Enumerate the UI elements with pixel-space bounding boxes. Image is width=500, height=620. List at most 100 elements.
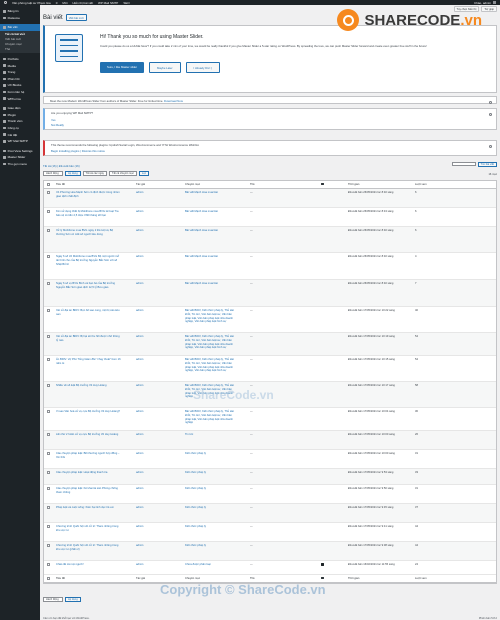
select-all-checkbox[interactable] bbox=[47, 183, 50, 186]
column-views[interactable]: Lượt xem bbox=[415, 183, 427, 187]
submenu-tags[interactable]: Thẻ bbox=[0, 47, 40, 52]
post-title-link[interactable]: Nhiều về số luật Bộ trưởng Vũ Huy Hoàng bbox=[56, 384, 121, 388]
post-categories[interactable]: Bài viết Mạnh Hoa mua bán bbox=[185, 210, 235, 214]
post-categories[interactable]: Bài viết BIDV, Kiến thức pháp lý, Thủ sả… bbox=[185, 358, 235, 373]
apply-button-bottom[interactable]: Áp dụng bbox=[65, 597, 81, 602]
menu-appearance[interactable]: Giao diện bbox=[0, 105, 40, 112]
post-author-link[interactable]: admin bbox=[136, 525, 143, 529]
post-categories[interactable]: Chưa được phân loại bbox=[185, 563, 235, 567]
post-categories[interactable]: Bài viết BIDV, Kiến thức pháp lý, Thủ sả… bbox=[185, 384, 235, 399]
post-title-link[interactable]: Xét xử đại án BIDV: Bọn bố sao cung, một… bbox=[56, 309, 121, 317]
screen-options-button[interactable]: Tùy chọn hiển thị bbox=[453, 6, 480, 12]
column-title[interactable]: Tiêu đề bbox=[56, 183, 121, 187]
row-checkbox[interactable] bbox=[47, 210, 50, 213]
column-title[interactable]: Tiêu đề bbox=[56, 577, 121, 581]
bulk-actions-select-bottom[interactable]: Hành động bbox=[43, 597, 63, 602]
search-posts-button[interactable]: Tìm bài viết bbox=[477, 162, 497, 167]
post-title-link[interactable]: Chương trình Quốc hội với cử tri: Tham n… bbox=[56, 544, 121, 552]
dismiss-icon[interactable] bbox=[489, 101, 492, 104]
menu-users[interactable]: Thành viên bbox=[0, 118, 40, 125]
post-title-link[interactable]: Xét xử đại án BIDV: Bị hại sẽ thu hồi đư… bbox=[56, 335, 121, 343]
search-input[interactable] bbox=[451, 162, 476, 166]
post-title-link[interactable]: Kim sử dụng thiết bị MobiFone mua BVG lá… bbox=[56, 210, 121, 218]
menu-ux-blocks[interactable]: UX Blocks bbox=[0, 82, 40, 89]
post-categories[interactable]: Bài viết Mạnh Hoa mua bán bbox=[185, 255, 235, 259]
user-greeting[interactable]: Chào, admin bbox=[474, 1, 491, 5]
post-categories[interactable]: Tin tức bbox=[185, 433, 235, 437]
post-title-link[interactable]: Chương trình Quốc hội với cử tri: Tham n… bbox=[56, 525, 121, 533]
column-date[interactable]: Thời gian bbox=[348, 183, 398, 187]
help-button[interactable]: Trợ giúp bbox=[481, 6, 497, 12]
avatar[interactable] bbox=[493, 1, 496, 4]
post-categories[interactable]: Bài viết BIDV, Kiến thức pháp lý, Thủ sả… bbox=[185, 335, 235, 350]
post-author-link[interactable]: admin bbox=[136, 210, 143, 214]
post-categories[interactable]: Bài viết Mạnh Hoa mua bán bbox=[185, 282, 235, 286]
menu-portfolio[interactable]: Portfolio bbox=[0, 56, 40, 63]
menu-comments[interactable]: Phản hồi bbox=[0, 76, 40, 83]
menu-wp-mail-smtp[interactable]: WP Mail SMTP bbox=[0, 138, 40, 145]
post-author-link[interactable]: admin bbox=[136, 191, 143, 195]
menu-dashboard[interactable]: Bảng tin bbox=[0, 8, 40, 15]
post-categories[interactable]: Kiến thức pháp lý bbox=[185, 452, 235, 456]
post-title-link[interactable]: Án BIDV: Vợ Phó Tổng Giám đốc "chạy thoá… bbox=[56, 358, 121, 366]
column-views[interactable]: Lượt xem bbox=[415, 577, 427, 581]
column-date[interactable]: Thời gian bbox=[348, 577, 398, 581]
new-content-link[interactable]: Mới bbox=[62, 1, 67, 5]
menu-posts[interactable]: Bài viết bbox=[0, 24, 40, 31]
menu-tools[interactable]: Công cụ bbox=[0, 125, 40, 132]
post-author-link[interactable]: admin bbox=[136, 487, 143, 491]
comment-bubble-icon[interactable] bbox=[321, 563, 324, 568]
post-title-link[interactable]: Xử lý MobiFone mua BVG ngày 2 thẻ Hội cụ… bbox=[56, 229, 121, 237]
post-author-link[interactable]: admin bbox=[136, 358, 143, 362]
post-categories[interactable]: Bài viết Mạnh Hoa mua bán bbox=[185, 191, 235, 195]
menu-plugins[interactable]: Plugin bbox=[0, 112, 40, 119]
row-checkbox[interactable] bbox=[47, 544, 50, 547]
post-categories[interactable]: Bài viết BIDV, Kiến thức pháp lý, Thủ sả… bbox=[185, 410, 235, 425]
yes-link[interactable]: Yes bbox=[51, 118, 56, 122]
post-author-link[interactable]: admin bbox=[136, 410, 143, 414]
menu-post-view-settings[interactable]: Post View Settings bbox=[0, 148, 40, 155]
row-checkbox[interactable] bbox=[47, 255, 50, 258]
post-author-link[interactable]: admin bbox=[136, 433, 143, 437]
bulk-actions-select[interactable]: Hành động bbox=[43, 171, 63, 176]
row-checkbox[interactable] bbox=[47, 506, 50, 509]
category-filter-select[interactable]: Tất cả chuyên mục bbox=[108, 171, 137, 176]
menu-wpforms[interactable]: WPForms bbox=[0, 95, 40, 102]
menu-collapse[interactable]: Thu gọn menu bbox=[0, 161, 40, 168]
wordpress-logo-icon[interactable] bbox=[4, 1, 7, 4]
post-title-link[interactable]: Câu chuyện pháp luật: Kê khai tài sản Ph… bbox=[56, 487, 121, 495]
date-filter-select[interactable]: Tất cả các ngày bbox=[82, 171, 107, 176]
row-checkbox[interactable] bbox=[47, 384, 50, 387]
post-title-link[interactable]: Vô Phương Hoa Mạnh Sơn có định được tron… bbox=[56, 191, 121, 199]
dismiss-icon[interactable] bbox=[489, 113, 492, 116]
rate-master-slider-button[interactable]: Sure, I like Master slider bbox=[100, 62, 144, 73]
not-really-link[interactable]: Not Really bbox=[51, 123, 64, 127]
view-posts-link[interactable]: Hiển thị bài viết bbox=[73, 1, 94, 5]
post-categories[interactable]: Kiến thức pháp lý bbox=[185, 544, 235, 548]
post-categories[interactable]: Kiến thức pháp lý bbox=[185, 487, 235, 491]
row-checkbox[interactable] bbox=[47, 282, 50, 285]
post-author-link[interactable]: admin bbox=[136, 506, 143, 510]
post-author-link[interactable]: admin bbox=[136, 255, 143, 259]
menu-flatsome[interactable]: Flatsome bbox=[0, 15, 40, 22]
row-checkbox[interactable] bbox=[47, 335, 50, 338]
dismiss-icon[interactable] bbox=[489, 145, 492, 148]
comments-count[interactable]: 0 bbox=[56, 1, 58, 5]
wp-mail-smtp-link[interactable]: WP Mail SMTP bbox=[98, 1, 118, 5]
row-checkbox[interactable] bbox=[47, 191, 50, 194]
row-checkbox[interactable] bbox=[47, 229, 50, 232]
post-title-link[interactable]: Lần thứ 2 hoãn xử vụ cựu Bộ trưởng Vũ Hu… bbox=[56, 433, 121, 437]
post-title-link[interactable]: Ngày 6 số Vô MobiFone mua BVG Bộ một ngư… bbox=[56, 255, 121, 266]
select-all-checkbox[interactable] bbox=[47, 577, 50, 580]
post-author-link[interactable]: admin bbox=[136, 544, 143, 548]
row-checkbox[interactable] bbox=[47, 433, 50, 436]
post-title-link[interactable]: Ngày 6 số vụ BVG Bình và bạn bè của Bộ t… bbox=[56, 282, 121, 290]
seo-link[interactable]: SEO bbox=[123, 1, 129, 5]
post-author-link[interactable]: admin bbox=[136, 452, 143, 456]
row-checkbox[interactable] bbox=[47, 309, 50, 312]
comment-column-icon[interactable] bbox=[321, 577, 324, 581]
post-author-link[interactable]: admin bbox=[136, 282, 143, 286]
comment-column-icon[interactable] bbox=[321, 183, 324, 187]
row-checkbox[interactable] bbox=[47, 452, 50, 455]
add-new-post-button[interactable]: Viết bài mới bbox=[65, 14, 87, 22]
